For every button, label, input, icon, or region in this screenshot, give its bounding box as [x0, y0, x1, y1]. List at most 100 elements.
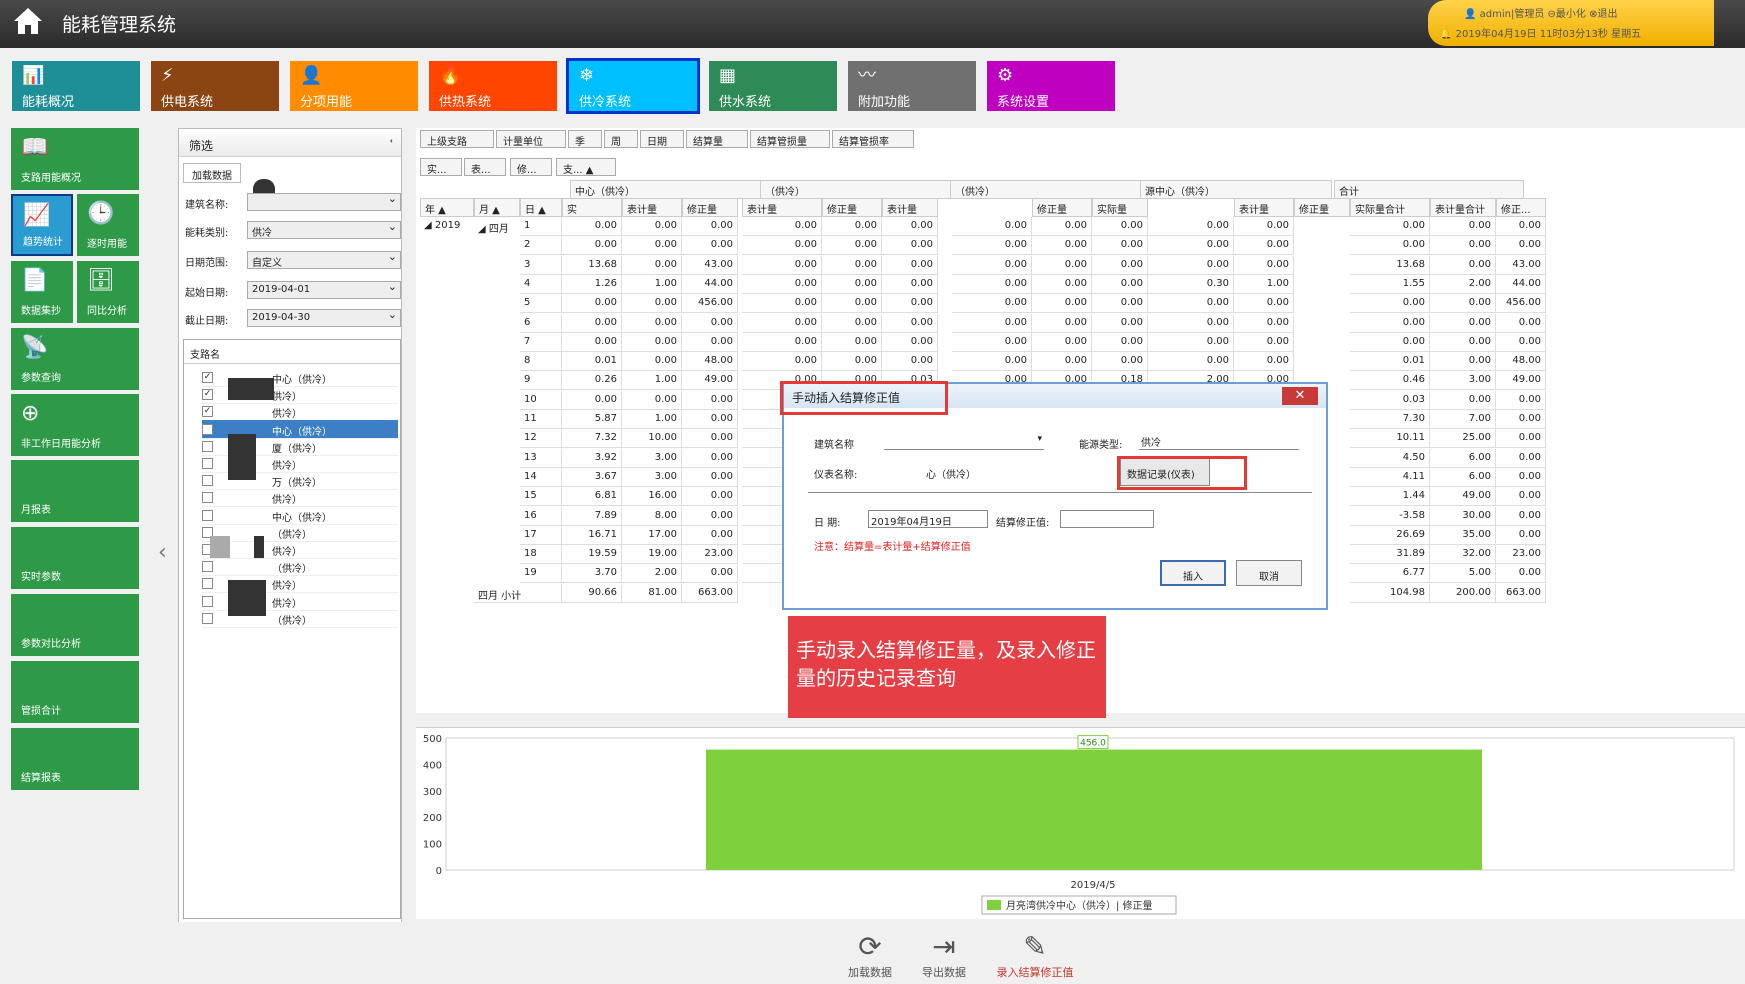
grid-cell[interactable]: 0.00 [622, 390, 682, 410]
grid-cell[interactable]: 0.00 [622, 255, 682, 275]
sidebar-item-collect[interactable]: 📄 数据集抄 [11, 261, 73, 323]
grid-cell[interactable]: 18 [520, 545, 562, 565]
grid-cell[interactable]: 0.00 [1032, 217, 1092, 236]
grid-cell[interactable]: 0.00 [742, 255, 822, 275]
grid-cell[interactable]: 0.01 [562, 352, 622, 372]
grid-cell[interactable]: 0.00 [1234, 255, 1294, 275]
grid-cell[interactable]: 0.00 [742, 332, 822, 352]
tree-item[interactable]: （供冷） [202, 523, 398, 542]
module-water[interactable]: ▦ 供水系统 [709, 61, 837, 111]
grid-cell[interactable]: 0.00 [622, 294, 682, 314]
grid-cell[interactable]: 6.81 [562, 487, 622, 507]
grid-cell[interactable]: 0.00 [882, 236, 938, 256]
grid-cell[interactable]: 48.00 [682, 352, 738, 372]
grid-cell[interactable]: 9 [520, 371, 562, 391]
grid-cell[interactable]: 19 [520, 564, 562, 584]
grid-cell[interactable]: 0.00 [1092, 274, 1148, 294]
grid-cell[interactable]: 4.11 [1350, 467, 1430, 487]
grid-cell[interactable]: 1.26 [562, 274, 622, 294]
sidebar-item-param-query[interactable]: 📡 参数查询 [11, 328, 139, 390]
grid-cell[interactable]: 5 [520, 294, 562, 314]
group-chip[interactable]: 日期 [640, 130, 684, 148]
column-chip[interactable]: 实... [420, 158, 462, 176]
grid-cell[interactable]: 0.00 [682, 236, 738, 256]
grid-cell[interactable]: 10.11 [1350, 429, 1430, 449]
group-chip[interactable]: 结算管损率 [832, 130, 914, 148]
group-chip[interactable]: 上级支路 [420, 130, 494, 148]
grid-cell[interactable]: 4 [520, 274, 562, 294]
grid-cell[interactable]: 0.00 [822, 255, 882, 275]
grid-cell[interactable]: 0.00 [742, 217, 822, 236]
grid-cell[interactable]: 16.71 [562, 525, 622, 545]
end-date-input[interactable]: 2019-04-30 [247, 308, 401, 327]
grid-cell[interactable]: 0.00 [1032, 255, 1092, 275]
grid-cell[interactable]: 0.00 [1496, 236, 1546, 256]
grid-cell[interactable]: 1.00 [622, 371, 682, 391]
grid-cell[interactable]: 1.00 [1234, 274, 1294, 294]
grid-cell[interactable]: 0.00 [1148, 255, 1234, 275]
grid-cell[interactable]: 0.00 [622, 217, 682, 236]
grid-cell[interactable]: 44.00 [1496, 274, 1546, 294]
grid-cell[interactable]: 14 [520, 467, 562, 487]
grid-cell[interactable]: 0.00 [1496, 487, 1546, 507]
grid-cell[interactable]: 1.44 [1350, 487, 1430, 507]
grid-cell[interactable]: 7 [520, 332, 562, 352]
start-date-input[interactable]: 2019-04-01 [247, 280, 401, 299]
grid-cell[interactable]: 0.00 [882, 274, 938, 294]
grid-cell[interactable]: 0.00 [1430, 294, 1496, 314]
group-chip[interactable]: 结算管损量 [750, 130, 830, 148]
grid-cell[interactable]: 0.00 [1148, 294, 1234, 314]
grid-cell[interactable]: 30.00 [1430, 506, 1496, 526]
grid-cell[interactable]: 10 [520, 390, 562, 410]
correction-input[interactable] [1060, 510, 1154, 528]
grid-cell[interactable]: 0.00 [822, 217, 882, 236]
checkbox[interactable]: ✓ [202, 423, 213, 435]
range-select[interactable]: 自定义 [247, 250, 401, 269]
checkbox[interactable] [202, 595, 213, 607]
module-power[interactable]: ⚡ 供电系统 [151, 61, 279, 111]
checkbox[interactable] [202, 561, 213, 573]
grid-cell[interactable]: 5.00 [1430, 564, 1496, 584]
dlg-energy-select[interactable]: 供冷 [1139, 432, 1299, 450]
grid-cell[interactable]: 0.00 [1496, 506, 1546, 526]
grid-cell[interactable]: 0.00 [1234, 352, 1294, 372]
grid-cell[interactable]: 6.00 [1430, 467, 1496, 487]
minimize-button[interactable]: ⊖最小化 [1548, 9, 1586, 20]
grid-cell[interactable]: 19.59 [562, 545, 622, 565]
grid-cell[interactable]: 0.00 [1092, 236, 1148, 256]
sidebar-item-nonwork[interactable]: ⊕ 非工作日用能分析 [11, 394, 139, 456]
grid-cell[interactable]: 13.68 [1350, 255, 1430, 275]
grid-cell[interactable]: 0.00 [1430, 255, 1496, 275]
grid-cell[interactable]: 0.00 [1092, 352, 1148, 372]
enter-correction-button[interactable]: ✎ 录入结算修正值 [990, 930, 1080, 980]
sidebar-item-branch-overview[interactable]: 📖 支路用能概况 [11, 128, 139, 190]
grid-cell[interactable]: 0.00 [1032, 274, 1092, 294]
grid-cell[interactable]: 0.00 [952, 217, 1032, 236]
grid-cell[interactable]: 0.00 [1148, 352, 1234, 372]
checkbox[interactable] [202, 509, 213, 521]
grid-cell[interactable]: 0.00 [882, 294, 938, 314]
grid-cell[interactable]: 0.00 [1496, 467, 1546, 487]
grid-cell[interactable]: 0.00 [682, 525, 738, 545]
grid-cell[interactable]: 0.00 [622, 352, 682, 372]
grid-cell[interactable]: 0.00 [682, 390, 738, 410]
tree-item[interactable]: ✓ 供冷） [202, 402, 398, 422]
grid-cell[interactable]: 0.00 [882, 352, 938, 372]
grid-cell[interactable]: 35.00 [1430, 525, 1496, 545]
grid-cell[interactable]: 0.00 [1496, 429, 1546, 449]
dlg-building-select[interactable]: ▾ [884, 432, 1044, 450]
grid-cell[interactable]: 0.00 [1092, 313, 1148, 333]
home-icon[interactable] [12, 6, 44, 36]
insert-button[interactable]: 插入 [1160, 560, 1226, 586]
group-chip[interactable]: 季 [568, 130, 602, 148]
grid-cell[interactable]: 0.00 [1092, 294, 1148, 314]
checkbox[interactable] [202, 578, 213, 590]
grid-cell[interactable]: 0.00 [1148, 313, 1234, 333]
grid-cell[interactable]: 0.00 [622, 332, 682, 352]
grid-cell[interactable]: 0.00 [952, 332, 1032, 352]
grid-cell[interactable]: 0.00 [882, 255, 938, 275]
grid-cell[interactable]: 0.00 [1350, 332, 1430, 352]
grid-cell[interactable]: 0.00 [562, 217, 622, 236]
grid-cell[interactable]: 7.32 [562, 429, 622, 449]
collapse-arrow-icon[interactable]: ‹ [158, 540, 167, 565]
